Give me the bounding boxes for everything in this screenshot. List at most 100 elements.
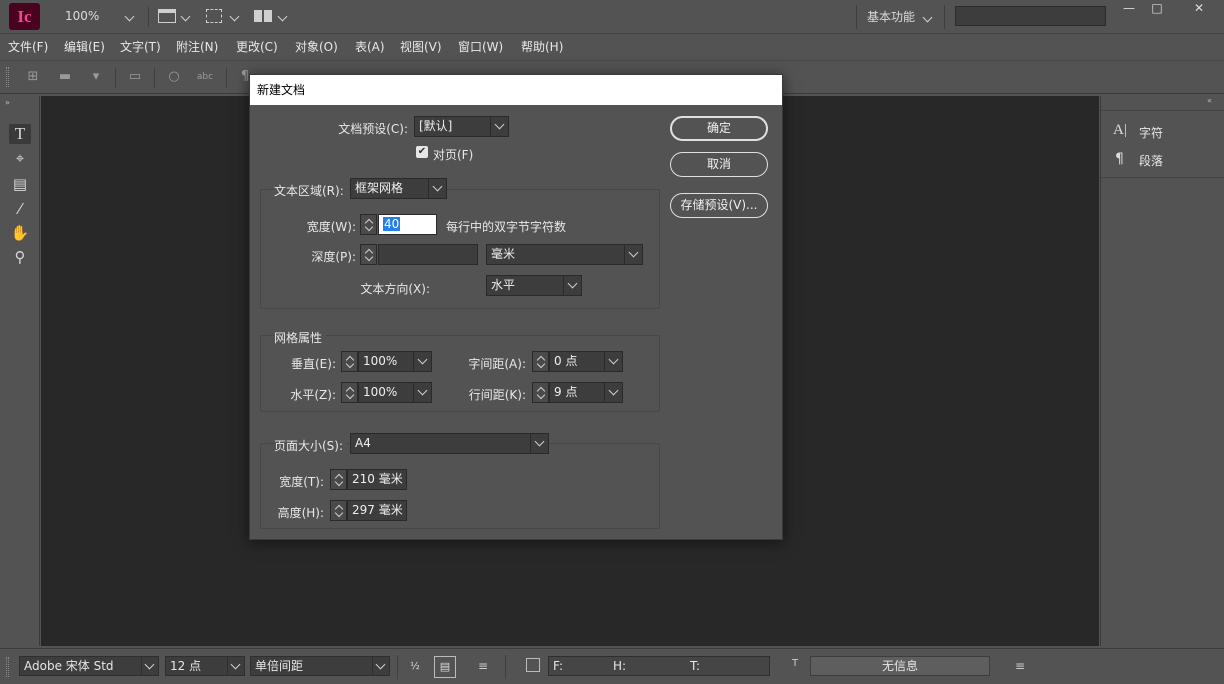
search-input[interactable] [955, 6, 1106, 26]
dropdown-chevron-icon[interactable] [227, 657, 244, 675]
ruler-icon: T [791, 658, 799, 669]
menu-lines-icon[interactable]: ≡ [478, 659, 488, 673]
info-message: 无信息 [810, 656, 990, 676]
new-document-icon[interactable]: ⊞ [24, 69, 42, 85]
char-spacing-dropdown[interactable]: 0 点 [549, 351, 623, 372]
page-size-value: A4 [355, 436, 371, 450]
eyedropper-tool-icon[interactable]: ⁄ [9, 199, 31, 219]
depth-input[interactable] [378, 244, 478, 265]
page-width-input[interactable]: 210 毫米 [347, 469, 407, 490]
collapse-dock-icon[interactable]: « [1207, 96, 1212, 105]
font-size-dropdown[interactable]: 12 点 [165, 656, 245, 676]
dropdown-chevron-icon[interactable] [490, 117, 508, 136]
page-height-input[interactable]: 297 毫米 [347, 500, 407, 521]
print-icon[interactable]: ▭ [126, 69, 144, 85]
find-icon[interactable]: ○ [165, 69, 183, 85]
depth-label: 深度(P): [311, 250, 356, 264]
workspace-switcher[interactable]: 基本功能 [867, 8, 915, 25]
leading-dropdown[interactable]: 单倍间距 [250, 656, 390, 676]
depth-stepper[interactable] [360, 244, 377, 265]
grid-properties-title: 网格属性 [274, 329, 327, 346]
page-height-label: 高度(H): [277, 506, 324, 520]
dropdown-chevron-icon[interactable] [530, 434, 548, 453]
text-area-dropdown[interactable]: 框架网格 [350, 178, 447, 199]
menu-file[interactable]: 文件(F) [8, 38, 48, 55]
maximize-button[interactable]: □ [1140, 0, 1174, 18]
zoom-level[interactable]: 100% [65, 9, 99, 23]
menu-notes[interactable]: 附注(N) [176, 38, 218, 55]
font-family-dropdown[interactable]: Adobe 宋体 Std [19, 656, 159, 676]
font-size-value: 12 点 [170, 659, 202, 673]
menu-object[interactable]: 对象(O) [295, 38, 338, 55]
page-width-stepper[interactable] [330, 469, 347, 490]
width-hint: 每行中的双字节字符数 [446, 220, 567, 234]
note-tool-icon[interactable]: ▤ [9, 174, 31, 194]
menu-view[interactable]: 视图(V) [400, 38, 442, 55]
line-spacing-dropdown[interactable]: 9 点 [549, 382, 623, 403]
width-stepper[interactable] [360, 214, 377, 235]
character-panel-tab[interactable]: 字符 [1139, 124, 1163, 141]
zoom-dropdown-icon[interactable] [124, 9, 135, 23]
collapse-panel-icon[interactable]: » [5, 98, 10, 107]
text-area-value: 框架网格 [355, 181, 404, 195]
menu-type[interactable]: 文字(T) [120, 38, 161, 55]
save-preset-button[interactable]: 存储预设(V)... [670, 193, 768, 218]
menu-lines-icon[interactable]: ≡ [1015, 659, 1025, 673]
close-button[interactable]: ✕ [1176, 0, 1222, 18]
vertical-stepper[interactable] [341, 351, 358, 372]
cancel-button[interactable]: 取消 [670, 152, 768, 177]
dropdown-chevron-icon[interactable] [428, 179, 446, 198]
leading-value: 单倍间距 [255, 659, 304, 673]
horizontal-stepper[interactable] [341, 382, 358, 403]
screen-mode-icon[interactable] [206, 9, 222, 23]
ok-button[interactable]: 确定 [670, 116, 768, 141]
save-icon[interactable]: ▾ [87, 69, 105, 85]
facing-pages-checkbox[interactable]: ✔ [416, 146, 428, 158]
zoom-tool-icon[interactable]: ⚲ [9, 247, 31, 267]
page-width-label: 宽度(T): [279, 475, 324, 489]
dropdown-chevron-icon[interactable] [604, 352, 622, 371]
preset-dropdown[interactable]: [默认] [414, 116, 509, 137]
divider [226, 68, 227, 88]
paragraph-panel-tab[interactable]: 段落 [1139, 152, 1163, 169]
menu-help[interactable]: 帮助(H) [521, 38, 563, 55]
menu-table[interactable]: 表(A) [355, 38, 385, 55]
column-layout-icon[interactable]: ▤ [434, 656, 456, 678]
fraction-icon[interactable]: ½ [405, 657, 425, 677]
char-spacing-stepper[interactable] [532, 351, 549, 372]
grip-handle-icon[interactable] [6, 67, 9, 87]
workspace-chevron-icon[interactable] [922, 10, 933, 24]
type-tool-icon[interactable]: T [9, 124, 31, 144]
depth-unit-dropdown[interactable]: 毫米 [486, 244, 643, 265]
page-size-dropdown[interactable]: A4 [350, 433, 549, 454]
arrange-documents-icon[interactable] [254, 10, 272, 22]
line-spacing-stepper[interactable] [532, 382, 549, 403]
open-folder-icon[interactable]: ▬ [56, 69, 74, 85]
dropdown-chevron-icon[interactable] [372, 657, 389, 675]
page-height-stepper[interactable] [330, 500, 347, 521]
horizontal-dropdown[interactable]: 100% [358, 382, 432, 403]
dropdown-chevron-icon[interactable] [604, 383, 622, 402]
view-options-icon[interactable] [158, 9, 176, 23]
dropdown-chevron-icon[interactable] [413, 352, 431, 371]
dropdown-chevron-icon[interactable] [624, 245, 642, 264]
arrange-chevron-icon[interactable] [277, 9, 288, 23]
width-input[interactable]: 40 [378, 214, 437, 235]
menu-changes[interactable]: 更改(C) [236, 38, 278, 55]
frame-tool-icon[interactable]: ⌖ [9, 148, 31, 168]
dropdown-chevron-icon[interactable] [141, 657, 158, 675]
spellcheck-icon[interactable]: abc [196, 69, 214, 85]
menu-window[interactable]: 窗口(W) [458, 38, 503, 55]
view-options-chevron-icon[interactable] [180, 9, 191, 23]
menu-bar: 文件(F) 编辑(E) 文字(T) 附注(N) 更改(C) 对象(O) 表(A)… [0, 34, 1224, 58]
dropdown-chevron-icon[interactable] [563, 276, 581, 295]
line-spacing-label: 行间距(K): [468, 388, 526, 402]
grip-handle-icon[interactable] [6, 657, 9, 677]
vertical-dropdown[interactable]: 100% [358, 351, 432, 372]
hand-tool-icon[interactable]: ✋ [9, 223, 31, 243]
dropdown-chevron-icon[interactable] [413, 383, 431, 402]
character-icon: A| [1113, 122, 1127, 138]
screen-mode-chevron-icon[interactable] [229, 9, 240, 23]
menu-edit[interactable]: 编辑(E) [64, 38, 105, 55]
text-direction-dropdown[interactable]: 水平 [486, 275, 582, 296]
